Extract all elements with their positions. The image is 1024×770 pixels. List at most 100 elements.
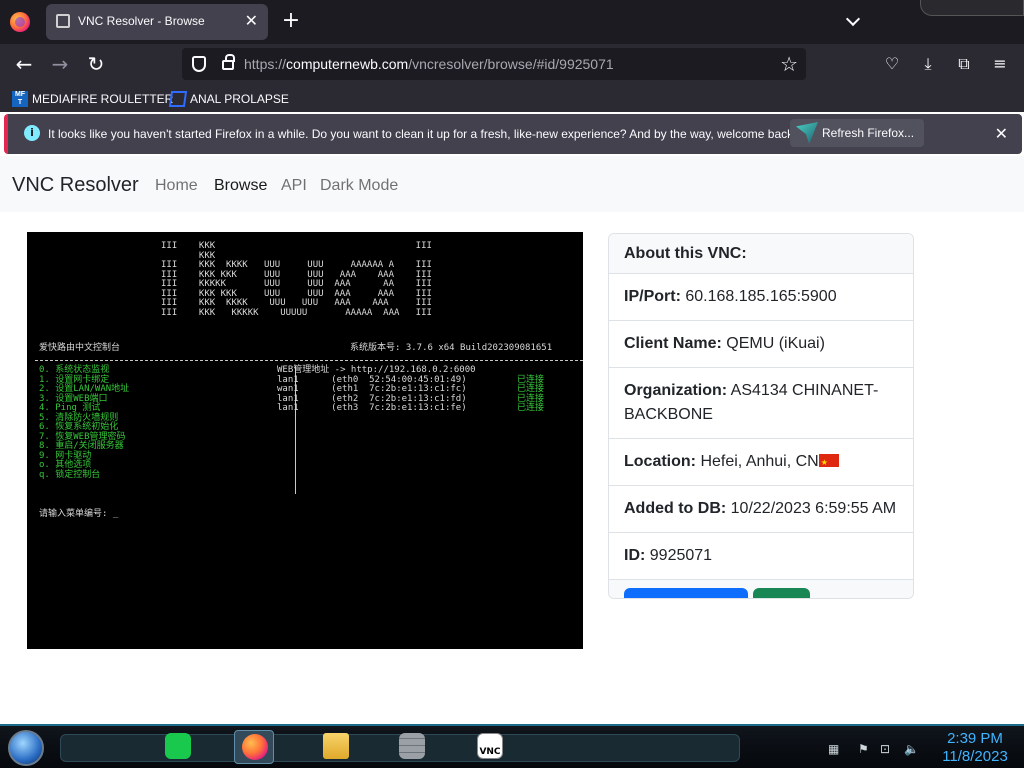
console-menu: 0. 系统状态监视 1. 设置网卡绑定 2. 设置LAN/WAN地址 3. 设置WEB… xyxy=(39,365,129,480)
taskbar-firewall[interactable] xyxy=(392,730,432,764)
firefox-taskbar-icon xyxy=(242,734,268,760)
tab-vnc-resolver[interactable]: VNC Resolver - Browse ✕ xyxy=(46,4,268,40)
row-label: Client Name: xyxy=(624,335,722,352)
about-vnc-card: About this VNC: IP/Port: 60.168.185.165:… xyxy=(608,233,914,599)
row-value: Hefei, Anhui, CN xyxy=(700,453,819,470)
card-header: About this VNC: xyxy=(609,234,913,274)
network-icon[interactable]: ⊡ xyxy=(880,742,890,756)
url-host: computernewb.com xyxy=(286,56,409,72)
banner-line: III KKK KKKKK UUUUU AAAAA AAA III xyxy=(161,307,432,318)
row-value: QEMU (iKuai) xyxy=(726,335,825,352)
ikuai-banner: III KKK III KKK III KKK KKKK UUU UUU AAAA… xyxy=(161,241,432,318)
url-prefix: https:// xyxy=(244,56,287,72)
notification-close-icon[interactable]: ✕ xyxy=(995,124,1008,143)
console-prompt: 请输入菜单编号: _ xyxy=(39,509,119,519)
tab-bar: VNC Resolver - Browse ✕ + xyxy=(0,0,1024,44)
nav-home[interactable]: Home xyxy=(155,177,198,195)
taskbar-explorer[interactable] xyxy=(316,730,356,764)
row-label: Location: xyxy=(624,453,696,470)
nav-dark-mode[interactable]: Dark Mode xyxy=(320,177,398,195)
pocket-icon[interactable]: ♡ xyxy=(880,52,904,76)
menu-line: q. 锁定控制台 xyxy=(39,469,101,480)
site-favicon-icon xyxy=(56,14,70,28)
interface-status-line: 已连接 xyxy=(517,403,545,413)
row-label: ID: xyxy=(624,547,646,564)
bookmark-label: ANAL PROLAPSE xyxy=(190,92,289,106)
bookmark-mediafire[interactable]: MF T MEDIAFIRE ROULETTER xyxy=(12,90,173,108)
row-label: Added to DB: xyxy=(624,500,727,517)
site-brand[interactable]: VNC Resolver xyxy=(12,174,139,197)
bookmark-second[interactable]: ANAL PROLAPSE xyxy=(168,90,289,108)
clock-date: 11/8/2023 xyxy=(942,748,1008,765)
taskbar-vnc[interactable]: VNC xyxy=(470,730,510,764)
action-center-flag-icon[interactable]: ⚑ xyxy=(858,742,869,756)
downloads-icon[interactable]: ⤓ xyxy=(916,52,940,76)
window-decoration xyxy=(920,0,1024,16)
refresh-firefox-icon xyxy=(796,122,818,144)
page-content: VNC Resolver Home Browse API Dark Mode I… xyxy=(0,156,1024,724)
card-footer: Copy Hardlink Next xyxy=(609,580,913,598)
url-bar[interactable]: https://computernewb.com/vncresolver/bro… xyxy=(182,48,806,80)
interface-status: 已连接 已连接 已连接 已连接 xyxy=(517,375,545,414)
clock-time: 2:39 PM xyxy=(947,730,1003,747)
spotify-icon xyxy=(165,733,191,759)
tab-title: VNC Resolver - Browse xyxy=(78,14,205,28)
refresh-firefox-label: Refresh Firefox... xyxy=(822,126,915,140)
separator-line xyxy=(35,360,583,361)
vnc-screenshot: III KKK III KKK III KKK KKKK UUU UUU AAAA… xyxy=(27,232,583,649)
forward-arrow-icon[interactable]: → xyxy=(48,52,72,76)
china-flag-icon xyxy=(818,451,839,475)
vnc-viewer-icon: VNC xyxy=(477,733,503,759)
system-version: 系统版本号: 3.7.6 x64 Build202309081651 xyxy=(350,343,553,353)
row-id: ID: 9925071 xyxy=(609,533,913,580)
extensions-icon[interactable]: ⧉ xyxy=(952,52,976,76)
info-icon: i xyxy=(24,125,40,141)
nav-browse[interactable]: Browse xyxy=(214,177,267,195)
url-text[interactable]: https://computernewb.com/vncresolver/bro… xyxy=(244,56,614,72)
firefox-icon[interactable] xyxy=(10,12,30,32)
interface-list: lan1 (eth0 52:54:00:45:01:49) wan1 (eth1 … xyxy=(277,375,467,414)
start-orb-icon[interactable] xyxy=(8,730,44,766)
interface-line: lan1 (eth3 7c:2b:e1:13:c1:fe) xyxy=(277,403,467,413)
menu-hamburger-icon[interactable]: ≡ xyxy=(988,52,1012,76)
tab-close-icon[interactable]: ✕ xyxy=(245,11,258,30)
row-organization: Organization: AS4134 CHINANET-BACKBONE xyxy=(609,368,913,439)
sigma-favicon-icon xyxy=(168,91,188,107)
row-ip-port: IP/Port: 60.168.185.165:5900 xyxy=(609,274,913,321)
notification-text: It looks like you haven't started Firefo… xyxy=(48,127,797,141)
bookmark-star-icon[interactable]: ☆ xyxy=(780,52,798,76)
brick-wall-icon xyxy=(399,733,425,759)
volume-icon[interactable]: 🔈 xyxy=(904,742,919,756)
system-clock[interactable]: 2:39 PM 11/8/2023 xyxy=(930,730,1020,766)
row-client-name: Client Name: QEMU (iKuai) xyxy=(609,321,913,368)
row-value: 60.168.185.165:5900 xyxy=(685,288,837,305)
site-navbar: VNC Resolver Home Browse API Dark Mode xyxy=(0,156,1024,212)
row-location: Location: Hefei, Anhui, CN xyxy=(609,439,913,486)
row-label: IP/Port: xyxy=(624,288,681,305)
taskbar-firefox[interactable] xyxy=(234,730,274,764)
new-tab-button[interactable]: + xyxy=(280,8,302,34)
row-added-to-db: Added to DB: 10/22/2023 6:59:55 AM xyxy=(609,486,913,533)
bookmark-label: MEDIAFIRE ROULETTER xyxy=(32,92,174,106)
tray-app-icon[interactable]: ▦ xyxy=(828,742,839,756)
reload-icon[interactable]: ↻ xyxy=(84,52,108,76)
refresh-firefox-notification: i It looks like you haven't started Fire… xyxy=(4,114,1022,154)
copy-hardlink-button[interactable]: Copy Hardlink xyxy=(624,588,749,598)
row-value: 9925071 xyxy=(649,547,713,564)
tracking-shield-icon[interactable] xyxy=(192,56,206,72)
mediafire-favicon-icon: MF T xyxy=(12,91,28,107)
taskbar-spotify[interactable] xyxy=(158,730,198,764)
bookmarks-toolbar: MF T MEDIAFIRE ROULETTER ANAL PROLAPSE xyxy=(0,84,1024,112)
url-path: /vncresolver/browse/#id/9925071 xyxy=(408,56,614,72)
next-button[interactable]: Next xyxy=(753,588,811,598)
nav-api[interactable]: API xyxy=(281,177,307,195)
console-title: 爱快路由中文控制台 xyxy=(39,343,121,353)
refresh-firefox-button[interactable]: Refresh Firefox... xyxy=(790,119,925,147)
row-label: Organization: xyxy=(624,382,728,399)
row-value: 10/22/2023 6:59:55 AM xyxy=(730,500,897,517)
list-all-tabs-chevron-icon[interactable] xyxy=(845,12,863,30)
lock-icon[interactable] xyxy=(222,54,235,70)
back-arrow-icon[interactable]: ← xyxy=(12,52,36,76)
folder-icon xyxy=(323,733,349,759)
taskbar: VNC ▦ ⚑ ⊡ 🔈 2:39 PM 11/8/2023 xyxy=(0,724,1024,768)
